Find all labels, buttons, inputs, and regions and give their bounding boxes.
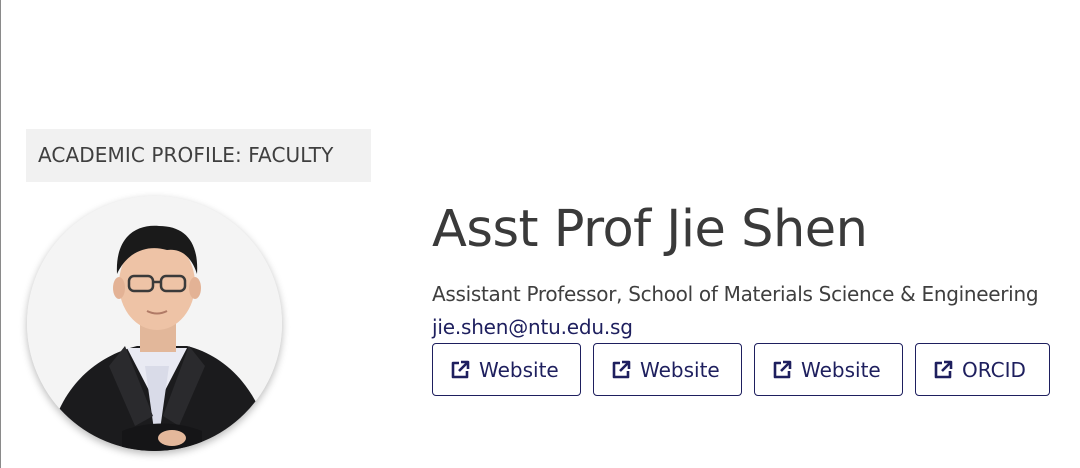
website-link-button-1[interactable]: Website (432, 343, 581, 396)
profile-name: Asst Prof Jie Shen (432, 200, 868, 259)
profile-page: ACADEMIC PROFILE: FACULTY Asst Prof Jie … (0, 0, 1080, 468)
orcid-link-button[interactable]: ORCID (915, 343, 1050, 396)
email-link[interactable]: jie.shen@ntu.edu.sg (432, 314, 633, 340)
external-link-icon (449, 359, 471, 381)
external-link-icon (771, 359, 793, 381)
orcid-link-label: ORCID (962, 357, 1026, 382)
website-link-button-3[interactable]: Website (754, 343, 903, 396)
avatar (27, 196, 282, 451)
website-link-button-2[interactable]: Website (593, 343, 742, 396)
website-link-label: Website (479, 357, 559, 382)
external-link-icon (932, 359, 954, 381)
profile-category-tag: ACADEMIC PROFILE: FACULTY (26, 129, 371, 182)
external-link-icon (610, 359, 632, 381)
website-link-label: Website (801, 357, 881, 382)
website-link-label: Website (640, 357, 720, 382)
profile-role: Assistant Professor, School of Materials… (432, 282, 1039, 306)
profile-links: Website Website Website ORCID (432, 343, 1050, 396)
profile-photo (27, 196, 282, 451)
